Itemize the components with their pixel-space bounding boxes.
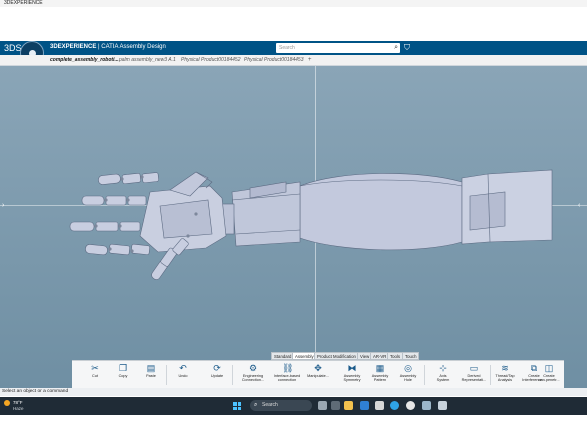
taskbar: 78°F Haze ⌕ Search: [0, 397, 587, 415]
robotic-arm-model[interactable]: [0, 66, 587, 388]
thread-tap-analysis-button[interactable]: ≋ Thread/Tap Analysis: [490, 363, 520, 388]
tab-physical-product-1[interactable]: Physical Product00184452: [181, 55, 241, 65]
app-brand: 3DEXPERIENCE | CATIA Assembly Design: [50, 43, 166, 52]
create-non-penetration-button[interactable]: ◫ Create non penetr...: [534, 363, 564, 388]
assembly-pattern-button[interactable]: ▦ Assembly Pattern: [365, 363, 395, 388]
weather-condition: Haze: [13, 406, 24, 411]
tab-product-modification[interactable]: Product Modification: [314, 352, 359, 360]
3dexperience-taskbar-icon[interactable]: [422, 401, 431, 410]
app-taskbar-icon[interactable]: [438, 401, 447, 410]
chrome-icon[interactable]: [406, 401, 415, 410]
copy-icon: ❐: [118, 363, 128, 373]
update-button[interactable]: ⟳ Update: [202, 363, 232, 388]
bottom-margin: [0, 415, 587, 446]
interface-connection-icon: ⛓: [282, 363, 294, 373]
3d-viewport[interactable]: › ‹: [0, 66, 587, 388]
update-icon: ⟳: [213, 363, 221, 373]
search-icon: ⌕: [254, 402, 258, 408]
manipulate-button[interactable]: ✥ Manipulate...: [303, 363, 333, 388]
widgets-icon[interactable]: [331, 401, 340, 410]
engineering-connection-icon: ⚙: [248, 363, 258, 373]
assembly-symmetry-button[interactable]: ⧓ Assembly Symmetry: [337, 363, 367, 388]
status-bar: Select an object or a command: [0, 388, 587, 396]
toolbar-separator: [232, 365, 233, 385]
document-tabs: complete_assembly_roboti... palm assembl…: [0, 55, 587, 66]
paste-icon: ▤: [146, 363, 156, 373]
derived-representation-icon: ▭: [469, 363, 479, 373]
interface-connection-button[interactable]: ⛓ Interface-based connection: [272, 363, 302, 388]
paste-button[interactable]: ▤ Paste: [136, 363, 166, 388]
assembly-hole-button[interactable]: ◎ Assembly Hole: [393, 363, 423, 388]
thread-tap-analysis-icon: ≋: [501, 363, 509, 373]
windows-start-icon[interactable]: [233, 402, 241, 410]
search-placeholder: Search: [279, 45, 295, 51]
assembly-hole-icon: ◎: [404, 363, 412, 373]
mail-icon[interactable]: [360, 401, 369, 410]
edge-icon[interactable]: [390, 401, 399, 410]
search-icon[interactable]: ⌕: [394, 43, 398, 53]
tag-icon[interactable]: ⛉: [404, 43, 410, 53]
temperature: 78°F: [13, 400, 23, 405]
copy-button[interactable]: ❐ Copy: [108, 363, 138, 388]
sun-icon: [4, 400, 10, 406]
status-text: Select an object or a command: [2, 389, 69, 394]
taskbar-search-label: Search: [262, 402, 278, 408]
assembly-symmetry-icon: ⧓: [347, 363, 357, 373]
manipulate-icon: ✥: [314, 363, 322, 373]
create-non-penetration-icon: ◫: [544, 363, 554, 373]
action-bar: ✂ Cut ❐ Copy ▤ Paste ↶ Undo ⟳ Update ⚙ Enginee…: [72, 360, 564, 389]
toolbar-separator: [166, 365, 167, 385]
tab-palm-assembly[interactable]: palm assembly_new3 A.1: [119, 55, 176, 65]
store-icon[interactable]: [375, 401, 384, 410]
assembly-pattern-icon: ▦: [375, 363, 385, 373]
tab-physical-product-2[interactable]: Physical Product00184453: [244, 55, 304, 65]
tab-assembly[interactable]: Assembly: [292, 352, 317, 360]
undo-icon: ↶: [179, 363, 187, 373]
tab-complete-assembly[interactable]: complete_assembly_roboti...: [50, 55, 119, 65]
taskbar-search[interactable]: ⌕ Search: [250, 400, 312, 411]
search-input[interactable]: Search ⌕: [276, 43, 400, 53]
cut-button[interactable]: ✂ Cut: [80, 363, 110, 388]
tab-touch[interactable]: Touch: [402, 352, 420, 360]
app-name: | CATIA Assembly Design: [96, 44, 166, 50]
brand-name: 3DEXPERIENCE: [50, 44, 97, 50]
toolbar-separator: [424, 365, 425, 385]
derived-representation-button[interactable]: ▭ Derived Representati...: [459, 363, 489, 388]
tab-standard[interactable]: Standard: [271, 352, 295, 360]
file-explorer-icon[interactable]: [344, 401, 353, 410]
undo-button[interactable]: ↶ Undo: [168, 363, 198, 388]
cut-icon: ✂: [91, 363, 99, 373]
axis-system-icon: ⊹: [439, 363, 447, 373]
window-title-bar: 3DEXPERIENCE: [0, 0, 587, 7]
window-title: 3DEXPERIENCE: [4, 0, 43, 6]
add-tab-button[interactable]: +: [308, 55, 312, 65]
tab-tools[interactable]: Tools: [387, 352, 404, 360]
ds-logo: 3DS: [4, 43, 22, 53]
task-view-icon[interactable]: [318, 401, 327, 410]
axis-system-button[interactable]: ⊹ Axis System: [428, 363, 458, 388]
engineering-connection-button[interactable]: ⚙ Engineering Connection...: [238, 363, 268, 388]
